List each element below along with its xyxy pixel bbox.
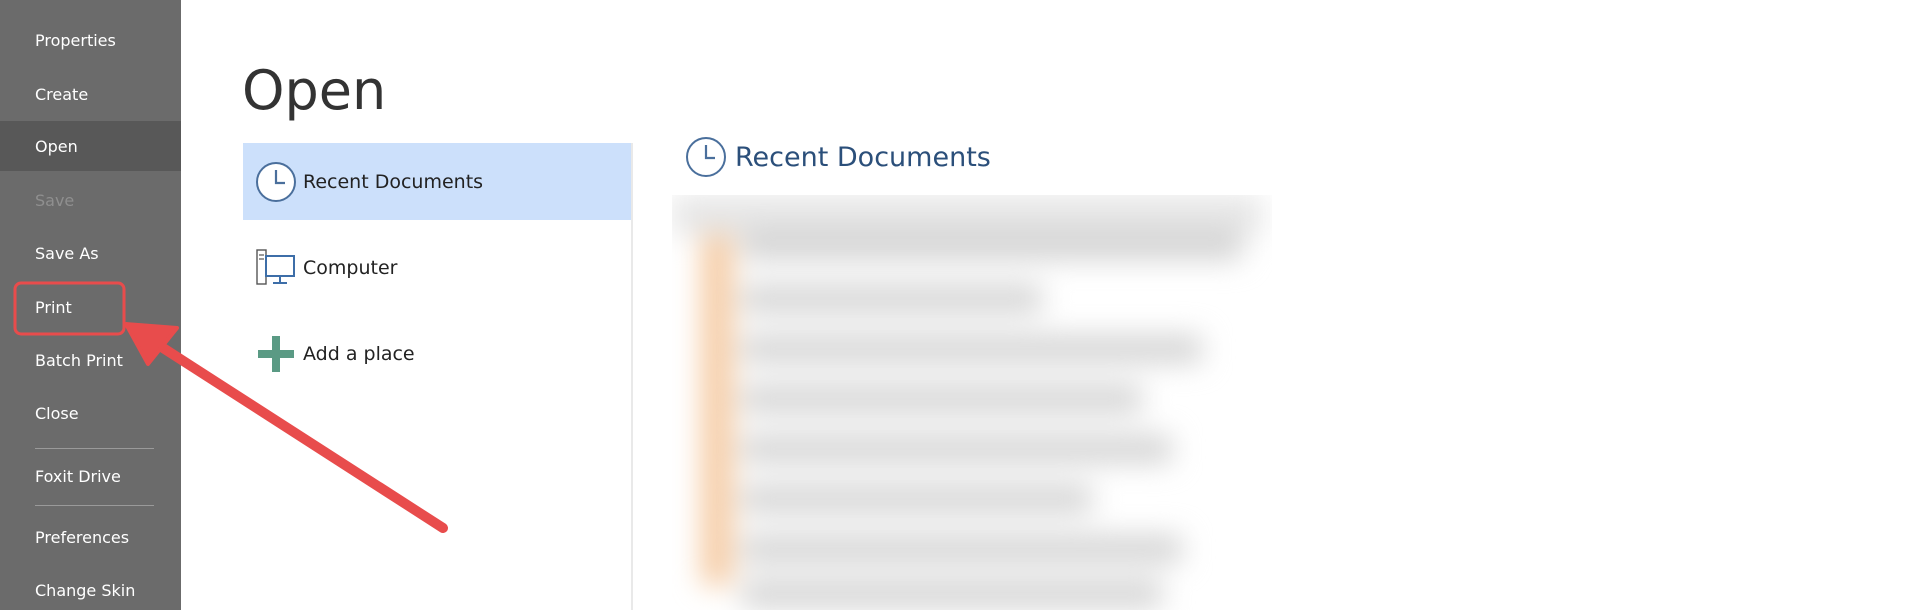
menu-item-print[interactable]: Print bbox=[0, 282, 181, 332]
menu-item-label: Preferences bbox=[35, 527, 130, 547]
menu-item-label: Save bbox=[35, 190, 75, 210]
place-label: Recent Documents bbox=[303, 170, 484, 193]
recent-documents-list-blurred bbox=[672, 195, 1272, 610]
place-add-a-place[interactable]: Add a place bbox=[243, 315, 631, 392]
menu-item-label: Foxit Drive bbox=[35, 466, 121, 486]
menu-item-save: Save bbox=[0, 175, 181, 225]
clock-icon bbox=[255, 161, 297, 203]
menu-item-foxit-drive[interactable]: Foxit Drive bbox=[0, 451, 181, 501]
recent-documents-header: Recent Documents bbox=[685, 136, 991, 178]
menu-item-label: Change Skin bbox=[35, 580, 136, 600]
clock-icon bbox=[685, 136, 727, 178]
place-label: Computer bbox=[303, 256, 398, 279]
menu-item-create[interactable]: Create bbox=[0, 69, 181, 119]
menu-item-change-skin[interactable]: Change Skin bbox=[0, 565, 181, 615]
menu-item-label: Open bbox=[35, 136, 78, 156]
menu-item-save-as[interactable]: Save As bbox=[0, 228, 181, 278]
places-list: Recent Documents Computer Add a place bbox=[243, 143, 633, 610]
page-title: Open bbox=[242, 59, 387, 122]
plus-icon bbox=[255, 333, 297, 375]
menu-item-label: Create bbox=[35, 84, 89, 104]
menu-item-batch-print[interactable]: Batch Print bbox=[0, 335, 181, 385]
menu-item-label: Save As bbox=[35, 243, 99, 263]
menu-divider bbox=[35, 505, 154, 506]
menu-item-properties[interactable]: Properties bbox=[0, 15, 181, 65]
place-label: Add a place bbox=[303, 342, 415, 365]
place-computer[interactable]: Computer bbox=[243, 229, 631, 306]
menu-item-label: Batch Print bbox=[35, 350, 123, 370]
menu-item-label: Close bbox=[35, 403, 79, 423]
menu-item-close[interactable]: Close bbox=[0, 388, 181, 438]
menu-item-label: Properties bbox=[35, 30, 116, 50]
menu-item-label: Print bbox=[35, 297, 72, 317]
computer-icon bbox=[255, 247, 297, 289]
menu-divider bbox=[35, 448, 154, 449]
backstage-sidebar: Properties Create Open Save Save As Prin… bbox=[0, 0, 181, 610]
menu-item-open[interactable]: Open bbox=[0, 121, 181, 171]
menu-item-preferences[interactable]: Preferences bbox=[0, 512, 181, 562]
place-recent-documents[interactable]: Recent Documents bbox=[243, 143, 631, 220]
recent-documents-title: Recent Documents bbox=[735, 141, 991, 173]
